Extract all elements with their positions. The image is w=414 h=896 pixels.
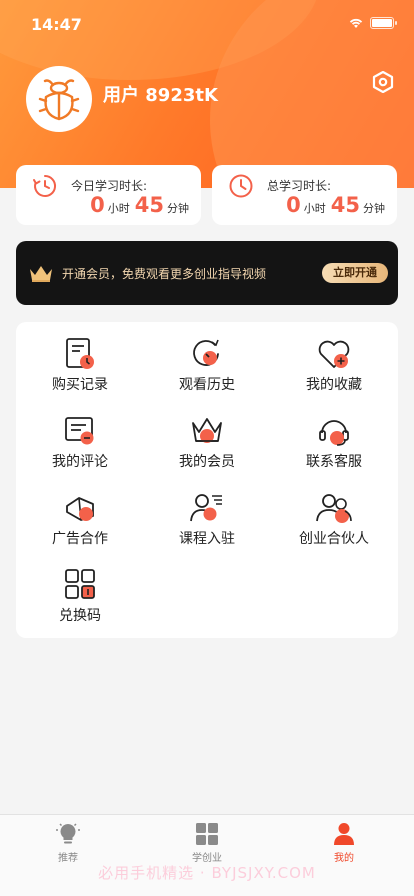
total-minutes: 45 — [330, 193, 360, 217]
menu-grid: 购买记录 观看历史 我的收藏 我的评论 我的会员 联系客服 广告合作 课程入驻 … — [16, 322, 398, 638]
menu-item-label: 课程入驻 — [179, 531, 235, 547]
menu-item-label: 创业合伙人 — [299, 531, 369, 547]
history-icon — [193, 339, 219, 366]
menu-item-startup-partner[interactable]: 创业合伙人 — [279, 480, 389, 550]
wifi-icon — [349, 18, 363, 28]
heart-icon — [318, 340, 350, 368]
crown-icon — [30, 266, 52, 282]
menu-item-label: 我的会员 — [179, 454, 235, 470]
status-bar: 14:47 — [0, 14, 414, 38]
megaphone-icon — [66, 497, 94, 521]
instructor-icon — [190, 494, 222, 522]
vip-banner-text: 开通会员，免费观看更多创业指导视频 — [62, 267, 267, 281]
receipt-icon — [66, 338, 94, 369]
tab-bar: 推荐 学创业 我的 — [0, 814, 414, 896]
grid-icon — [196, 823, 218, 845]
menu-item-label: 兑换码 — [59, 608, 101, 624]
lightbulb-icon — [56, 823, 80, 844]
total-hours: 0 — [286, 193, 301, 217]
today-minutes-unit: 分钟 — [167, 202, 189, 215]
today-study-card: 今日学习时长: 0 小时 45 分钟 — [16, 165, 201, 225]
tab-recommend[interactable]: 推荐 — [28, 821, 108, 864]
avatar[interactable] — [26, 66, 92, 132]
settings-icon[interactable] — [372, 71, 394, 93]
crown-icon — [192, 418, 222, 443]
menu-item-customer-service[interactable]: 联系客服 — [279, 403, 389, 473]
timer-icon — [33, 174, 57, 197]
menu-item-favorites[interactable]: 我的收藏 — [279, 326, 389, 396]
menu-item-watch-history[interactable]: 观看历史 — [152, 326, 262, 396]
tab-mine[interactable]: 我的 — [304, 821, 384, 864]
menu-item-label: 我的收藏 — [306, 377, 362, 393]
menu-item-course-settle[interactable]: 课程入驻 — [152, 480, 262, 550]
today-study-label: 今日学习时长: — [71, 179, 148, 193]
total-study-card: 总学习时长: 0 小时 45 分钟 — [212, 165, 397, 225]
watermark: 必用手机精选 · BYJSJXY.COM — [98, 864, 316, 882]
grid-code-icon — [65, 569, 95, 599]
menu-item-label: 广告合作 — [52, 531, 108, 547]
person-icon — [334, 823, 354, 845]
status-time: 14:47 — [31, 15, 82, 34]
open-vip-button[interactable]: 立即开通 — [322, 263, 388, 283]
battery-icon — [370, 17, 397, 29]
menu-item-redeem-code[interactable]: 兑换码 — [25, 557, 135, 627]
total-hours-unit: 小时 — [303, 202, 326, 215]
menu-item-my-comments[interactable]: 我的评论 — [25, 403, 135, 473]
menu-item-label: 购买记录 — [52, 377, 108, 393]
today-hours: 0 — [90, 193, 105, 217]
username[interactable]: 用户 8923tK — [103, 81, 218, 107]
menu-item-label: 联系客服 — [306, 454, 362, 470]
total-minutes-unit: 分钟 — [363, 202, 385, 215]
beetle-icon — [38, 79, 80, 121]
today-minutes: 45 — [134, 193, 164, 217]
vip-banner[interactable]: 开通会员，免费观看更多创业指导视频 立即开通 — [16, 241, 398, 305]
menu-item-label: 我的评论 — [52, 454, 108, 470]
headset-icon — [319, 420, 349, 446]
clock-icon — [229, 174, 253, 198]
today-hours-unit: 小时 — [107, 202, 130, 215]
comment-icon — [65, 417, 94, 445]
menu-item-label: 观看历史 — [179, 377, 235, 393]
menu-item-ad-cooperation[interactable]: 广告合作 — [25, 480, 135, 550]
total-study-label: 总学习时长: — [267, 179, 332, 193]
menu-item-purchase-records[interactable]: 购买记录 — [25, 326, 135, 396]
menu-item-my-membership[interactable]: 我的会员 — [152, 403, 262, 473]
tab-learn-startup[interactable]: 学创业 — [167, 821, 247, 864]
partners-icon — [316, 494, 352, 523]
